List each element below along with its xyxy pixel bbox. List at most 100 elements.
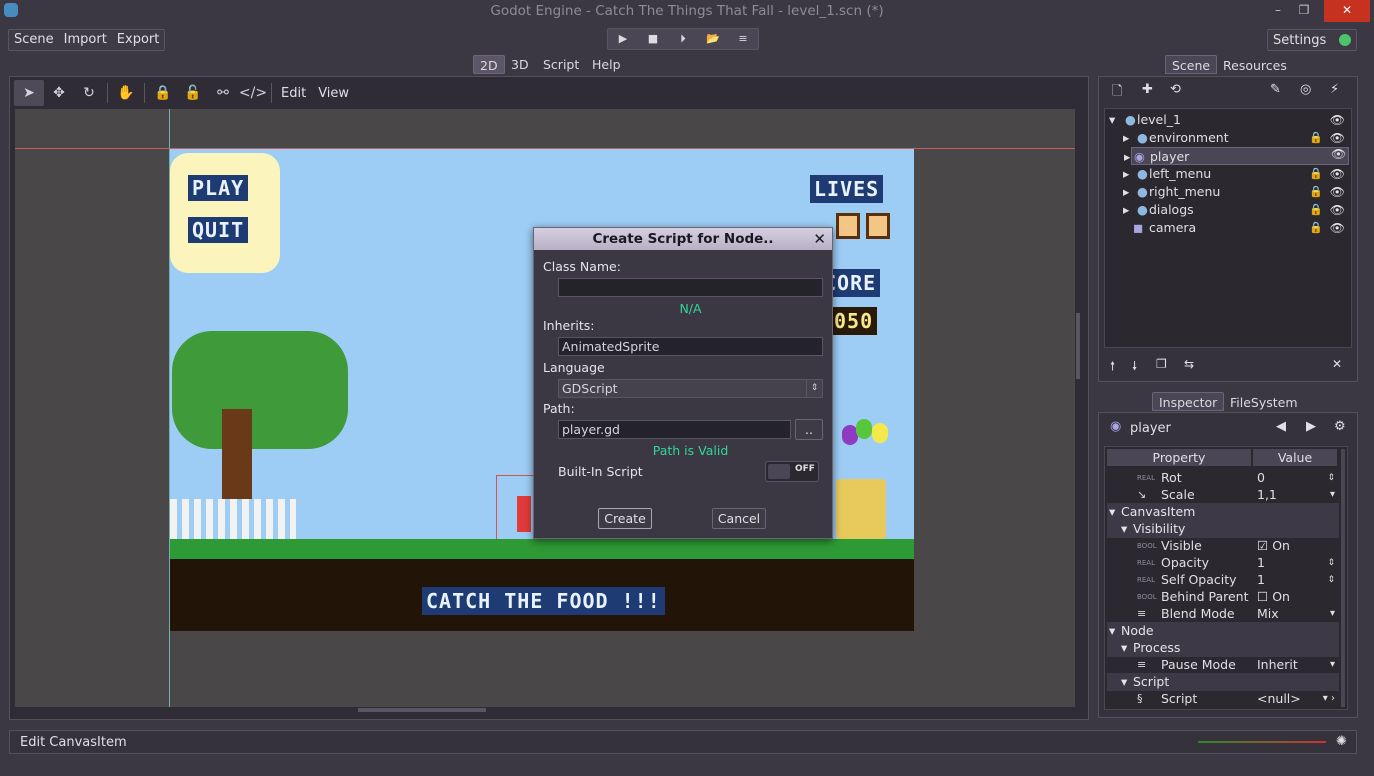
tab-scene[interactable]: Scene: [1165, 55, 1218, 74]
language-select[interactable]: GDScript ⇕: [558, 379, 823, 398]
tree-node-camera[interactable]: ◼ camera 🔒 👁: [1105, 219, 1351, 237]
spinner-icon[interactable]: ⇕: [1327, 469, 1335, 487]
stop-button[interactable]: ■: [638, 29, 668, 49]
collapse-arrow-icon[interactable]: ▾: [1109, 622, 1115, 640]
group-icon[interactable]: ⚯: [208, 80, 238, 106]
open-folder-button[interactable]: 📂: [698, 29, 728, 49]
browse-path-button[interactable]: ..: [795, 419, 823, 440]
tree-node-left-menu[interactable]: ▸ ● left_menu 🔒 👁: [1105, 165, 1351, 183]
collapse-arrow-icon[interactable]: ▾: [1121, 520, 1127, 538]
visibility-eye-icon[interactable]: 👁: [1330, 183, 1345, 201]
lock-icon[interactable]: 🔒: [1309, 165, 1323, 183]
export-menu[interactable]: Export: [112, 30, 165, 50]
move-up-icon[interactable]: 🠕: [1110, 357, 1115, 378]
create-button[interactable]: Create: [598, 508, 652, 529]
property-row[interactable]: § Script <null> ▾ ›: [1107, 690, 1339, 708]
view-menu[interactable]: View: [312, 86, 355, 101]
mode-3d-button[interactable]: 3D: [505, 55, 535, 74]
lock-icon[interactable]: 🔒: [148, 80, 178, 106]
collapse-arrow-icon[interactable]: ▾: [1109, 503, 1115, 521]
import-menu[interactable]: Import: [59, 30, 112, 50]
dropdown-arrow-icon[interactable]: ▾: [1330, 605, 1335, 623]
collapse-arrow-icon[interactable]: ▾: [1121, 639, 1127, 657]
group-icon[interactable]: ◎: [1300, 82, 1311, 97]
add-node-icon[interactable]: ✚: [1142, 82, 1153, 97]
settings-gear-icon[interactable]: ✺: [1336, 734, 1347, 749]
class-name-input[interactable]: [558, 278, 823, 297]
pan-tool-icon[interactable]: ✋: [111, 80, 141, 106]
property-value[interactable]: 1 ⇕: [1257, 554, 1339, 572]
delete-icon[interactable]: ✕: [1332, 357, 1342, 371]
property-row[interactable]: REAL Self Opacity 1 ⇕: [1107, 571, 1339, 589]
unlock-icon[interactable]: 🔓: [178, 80, 208, 106]
tree-node-level1[interactable]: ▾ ● level_1 👁: [1105, 111, 1351, 129]
property-section[interactable]: ▾ Node: [1107, 622, 1339, 640]
debug-menu-button[interactable]: ≡: [728, 29, 758, 49]
builtin-script-toggle[interactable]: OFF: [765, 461, 819, 482]
property-row[interactable]: REAL Rot 0 ⇕: [1107, 469, 1339, 487]
scene-menu[interactable]: Scene: [9, 30, 59, 50]
rotate-tool-icon[interactable]: ↻: [74, 80, 104, 106]
tree-node-right-menu[interactable]: ▸ ● right_menu 🔒 👁: [1105, 183, 1351, 201]
tab-resources[interactable]: Resources: [1217, 56, 1293, 75]
close-button[interactable]: ✕: [1324, 0, 1370, 22]
minimize-button[interactable]: –: [1268, 0, 1288, 22]
mode-2d-button[interactable]: 2D: [473, 55, 505, 74]
visibility-eye-icon[interactable]: 👁: [1330, 111, 1345, 129]
property-row[interactable]: ≡ Pause Mode Inherit ▾: [1107, 656, 1339, 674]
property-value[interactable]: 1 ⇕: [1257, 571, 1339, 589]
property-section[interactable]: ▾ Visibility: [1107, 520, 1339, 538]
play-scene-button[interactable]: ⏵: [668, 29, 698, 49]
move-down-icon[interactable]: 🠗: [1132, 357, 1137, 378]
ungroup-icon[interactable]: </>: [238, 80, 268, 106]
property-value[interactable]: Mix ▾: [1257, 605, 1339, 623]
duplicate-icon[interactable]: ❐: [1156, 357, 1167, 371]
history-back-icon[interactable]: ◀: [1276, 419, 1286, 434]
visibility-eye-icon[interactable]: 👁: [1330, 201, 1345, 219]
inherits-input[interactable]: AnimatedSprite: [558, 337, 823, 356]
property-section[interactable]: ▾ CanvasItem: [1107, 503, 1339, 521]
select-tool-icon[interactable]: ➤: [14, 80, 44, 106]
history-forward-icon[interactable]: ▶: [1306, 419, 1316, 434]
tree-node-dialogs[interactable]: ▸ ● dialogs 🔒 👁: [1105, 201, 1351, 219]
tab-inspector[interactable]: Inspector: [1152, 392, 1225, 411]
collapse-arrow-icon[interactable]: ▾: [1121, 673, 1127, 691]
property-row[interactable]: BOOL Visible ☑ On: [1107, 537, 1339, 555]
tree-node-environment[interactable]: ▸ ● environment 🔒 👁: [1105, 129, 1351, 147]
visibility-eye-icon[interactable]: 👁: [1330, 219, 1345, 237]
play-button[interactable]: ▶: [608, 29, 638, 49]
dropdown-arrow-icon[interactable]: ▾ ›: [1323, 690, 1335, 708]
settings-menu[interactable]: Settings: [1267, 29, 1357, 51]
spinner-icon[interactable]: ⇕: [1327, 554, 1335, 572]
move-tool-icon[interactable]: ✥: [44, 80, 74, 106]
lock-icon[interactable]: 🔒: [1309, 129, 1323, 147]
object-menu-gear-icon[interactable]: ⚙: [1334, 419, 1346, 434]
dropdown-arrow-icon[interactable]: ▾: [1330, 656, 1335, 674]
property-section[interactable]: ▾ Script: [1107, 673, 1339, 691]
mode-help-button[interactable]: Help: [586, 55, 627, 74]
property-section[interactable]: ▾ Process: [1107, 639, 1339, 657]
property-value[interactable]: 1,1 ▾: [1257, 486, 1339, 504]
tree-node-player[interactable]: ▸ ◉ player: [1124, 147, 1349, 165]
instance-scene-icon[interactable]: ⟲: [1170, 82, 1181, 97]
property-row[interactable]: ≡ Blend Mode Mix ▾: [1107, 605, 1339, 623]
lock-icon[interactable]: 🔒: [1309, 219, 1323, 237]
lock-icon[interactable]: 🔒: [1309, 201, 1323, 219]
inspector-scrollbar[interactable]: [1341, 449, 1345, 707]
horizontal-scrollbar[interactable]: [358, 708, 486, 712]
visibility-eye-icon[interactable]: 👁: [1330, 165, 1345, 183]
maximize-button[interactable]: ❐: [1294, 0, 1314, 22]
tab-filesystem[interactable]: FileSystem: [1224, 393, 1304, 412]
edit-menu[interactable]: Edit: [275, 86, 312, 101]
dropdown-arrow-icon[interactable]: ▾: [1330, 486, 1335, 504]
visibility-eye-icon[interactable]: 👁: [1330, 129, 1345, 147]
reparent-icon[interactable]: ⇆: [1184, 357, 1194, 371]
script-icon[interactable]: ✎: [1270, 82, 1281, 97]
cancel-button[interactable]: Cancel: [712, 508, 766, 529]
property-value[interactable]: Inherit ▾: [1257, 656, 1339, 674]
vertical-scrollbar[interactable]: [1076, 313, 1080, 379]
checkbox-icon[interactable]: ☑: [1257, 538, 1272, 553]
mode-script-button[interactable]: Script: [537, 55, 585, 74]
lock-icon[interactable]: 🔒: [1309, 183, 1323, 201]
dialog-close-icon[interactable]: ✕: [813, 228, 826, 250]
